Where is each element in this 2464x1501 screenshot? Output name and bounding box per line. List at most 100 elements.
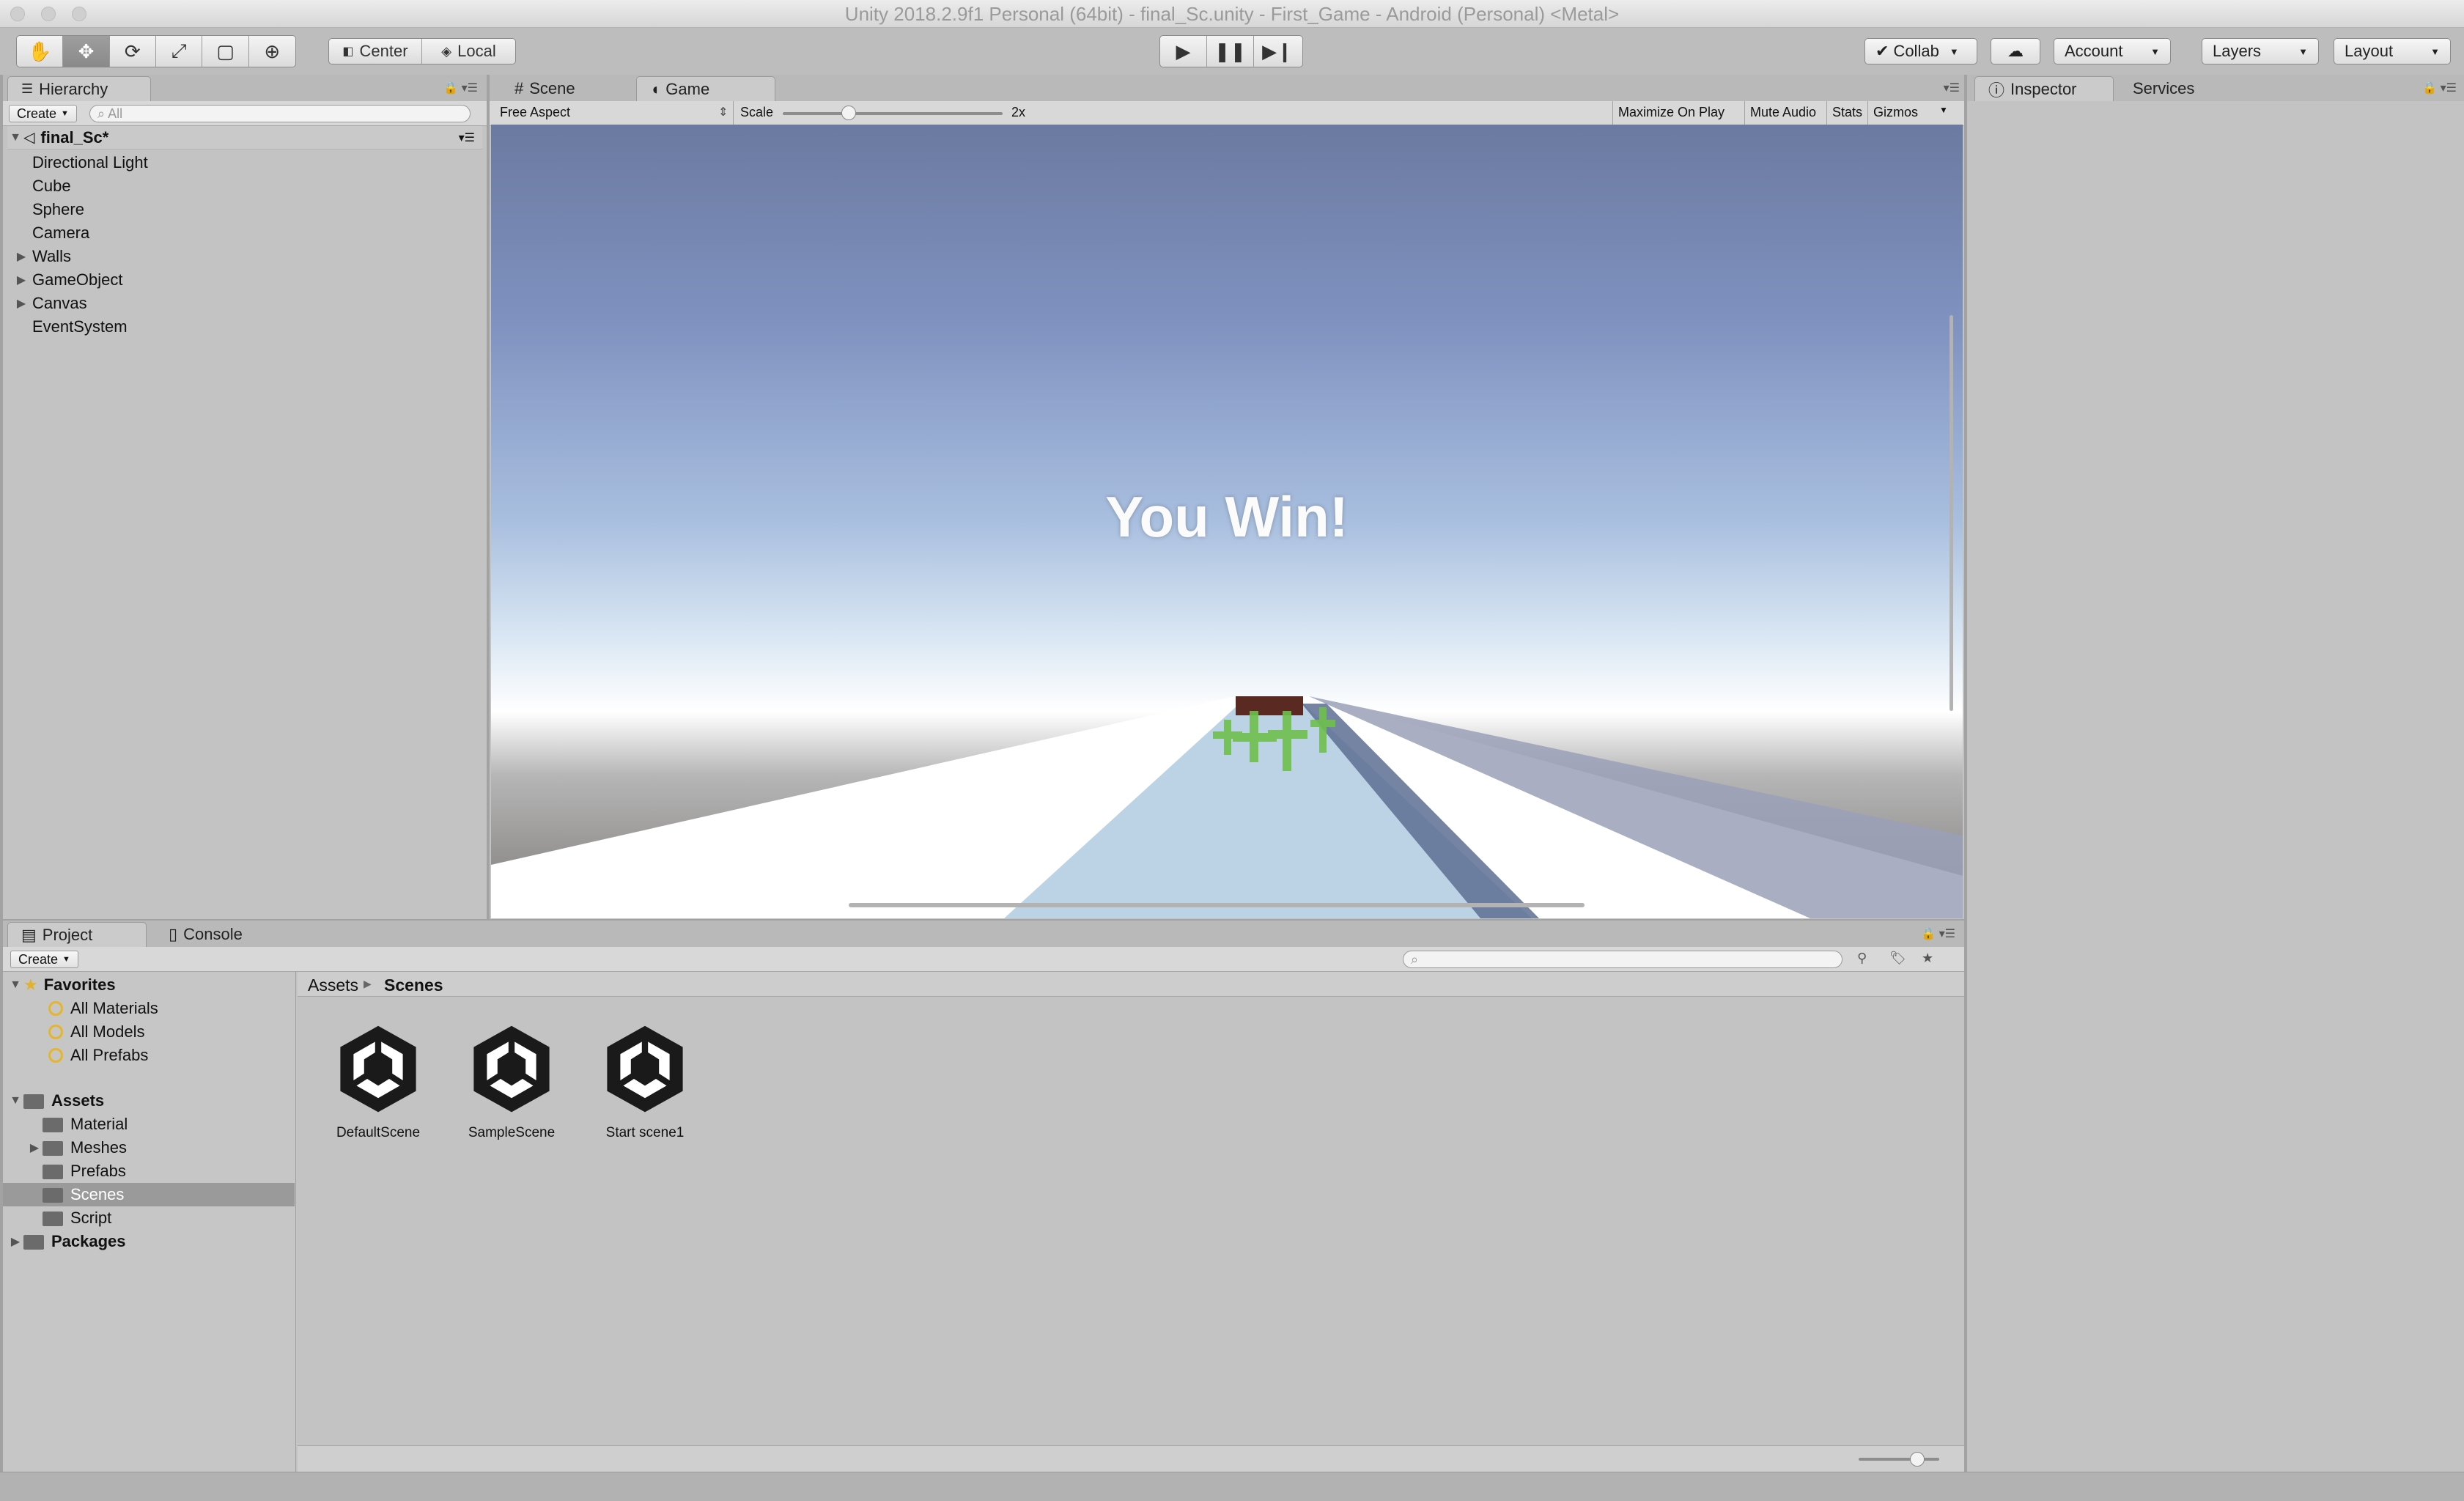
- hierarchy-item[interactable]: Camera: [31, 221, 89, 245]
- scene-file[interactable]: DefaultScene: [312, 1022, 444, 1141]
- window-title: Unity 2018.2.9f1 Personal (64bit) - fina…: [844, 3, 1620, 25]
- favorite-star-icon[interactable]: ★: [1922, 951, 1933, 966]
- folder-label: Prefabs: [70, 1162, 126, 1180]
- favorite-item[interactable]: All Prefabs: [48, 1044, 148, 1067]
- panel-menu-icon[interactable]: 🔒 ▾☰: [1921, 926, 1955, 941]
- game-viewport[interactable]: You Win!: [491, 125, 1963, 918]
- asset-folder-script[interactable]: Script: [3, 1206, 295, 1230]
- asset-folder-scenes[interactable]: Scenes: [3, 1183, 295, 1206]
- pause-button[interactable]: ❚❚: [1207, 36, 1254, 67]
- packages-row[interactable]: ▶ Packages: [7, 1230, 126, 1253]
- project-search-input[interactable]: ⌕: [1403, 951, 1843, 968]
- transform-icon[interactable]: ⊕: [249, 36, 295, 67]
- expand-arrow-icon[interactable]: ▼: [7, 131, 23, 144]
- icon-size-slider[interactable]: [1859, 1452, 1939, 1467]
- expand-arrow-icon[interactable]: ▶: [13, 296, 29, 311]
- step-button[interactable]: ▶❙: [1254, 36, 1301, 67]
- maximize-on-play-toggle[interactable]: Maximize On Play: [1618, 105, 1725, 120]
- favorites-label: Favorites: [43, 976, 116, 994]
- inspector-tab-label: Inspector: [2010, 79, 2077, 98]
- tab-services[interactable]: Services: [2120, 76, 2207, 101]
- favorite-item[interactable]: All Materials: [48, 997, 158, 1020]
- favorite-label: All Models: [70, 1022, 145, 1041]
- layers-dropdown[interactable]: Layers ▼: [2202, 38, 2319, 64]
- tab-console[interactable]: ▯ Console: [155, 922, 256, 947]
- hierarchy-item[interactable]: EventSystem: [31, 315, 128, 339]
- breadcrumb-assets[interactable]: Assets: [308, 976, 358, 995]
- hierarchy-item[interactable]: Directional Light: [31, 151, 148, 174]
- project-create-button[interactable]: Create ▼: [10, 951, 78, 968]
- folder-icon: [23, 1235, 44, 1250]
- tab-inspector[interactable]: ⓘ Inspector: [1974, 76, 2114, 101]
- favorites-row[interactable]: ▼ ★ Favorites: [7, 973, 116, 997]
- breadcrumb-scenes[interactable]: Scenes: [384, 976, 443, 995]
- cloud-button[interactable]: ☁: [1991, 38, 2040, 64]
- panel-menu-icon[interactable]: ▾☰: [1944, 81, 1960, 95]
- favorite-item[interactable]: All Models: [48, 1020, 144, 1044]
- rect-icon[interactable]: ▢: [202, 36, 249, 67]
- filter-by-type-icon[interactable]: ⚲: [1857, 951, 1867, 966]
- hierarchy-item[interactable]: ▶ Canvas: [17, 292, 87, 315]
- account-dropdown[interactable]: Account ▼: [2054, 38, 2171, 64]
- collab-dropdown[interactable]: ✔ Collab ▼: [1864, 38, 1977, 64]
- divider: [733, 101, 734, 126]
- scene-menu-icon[interactable]: ▾☰: [459, 130, 475, 145]
- layout-label: Layout: [2345, 42, 2394, 60]
- hierarchy-item[interactable]: ▶ Walls: [17, 245, 71, 268]
- mute-audio-toggle[interactable]: Mute Audio: [1750, 105, 1816, 120]
- hierarchy-search-input[interactable]: ⌕ All: [89, 105, 471, 122]
- project-panel: ▤ Project ▯ Console 🔒 ▾☰ Create ▼ ⌕ ⚲ 🏷 ★ ▼…: [3, 921, 1964, 1472]
- aspect-dropdown[interactable]: Free Aspect: [500, 105, 570, 120]
- tab-scene[interactable]: # Scene: [501, 76, 589, 101]
- chevron-down-icon[interactable]: ▼: [1939, 105, 1948, 115]
- breadcrumb-separator-icon: ▶: [364, 978, 372, 989]
- scene-file[interactable]: Start scene1: [579, 1022, 711, 1141]
- expand-arrow-icon[interactable]: ▶: [7, 1234, 23, 1249]
- aspect-stepper-icon[interactable]: ⇕: [718, 105, 728, 119]
- panel-menu-icon[interactable]: 🔒 ▾☰: [2422, 81, 2457, 95]
- rotate-icon[interactable]: ⟳: [110, 36, 156, 67]
- create-label: Create: [18, 951, 59, 967]
- hierarchy-item-label: GameObject: [32, 270, 123, 289]
- icon-size-slider-thumb[interactable]: [1910, 1452, 1925, 1467]
- pivot-toggles: ◧ Center ◈ Local: [328, 38, 516, 64]
- filter-by-label-icon[interactable]: 🏷: [1889, 951, 1906, 966]
- hand-icon[interactable]: ✋: [17, 36, 64, 67]
- horizontal-scrollbar[interactable]: [849, 903, 1585, 907]
- scale-icon[interactable]: ⤢: [156, 36, 203, 67]
- asset-folder-meshes[interactable]: ▶ Meshes: [3, 1136, 295, 1159]
- scale-slider[interactable]: [783, 106, 1003, 120]
- pivot-local-button[interactable]: ◈ Local: [422, 39, 515, 64]
- hierarchy-create-button[interactable]: Create ▼: [9, 105, 77, 122]
- expand-arrow-icon[interactable]: ▶: [13, 273, 29, 287]
- game-tab-label: Game: [665, 79, 710, 98]
- gizmos-toggle[interactable]: Gizmos: [1873, 105, 1918, 120]
- scene-root-row[interactable]: ▼ ◁ final_Sc* ▾☰: [7, 126, 482, 150]
- hierarchy-item[interactable]: ▶ GameObject: [17, 268, 123, 292]
- pivot-center-button[interactable]: ◧ Center: [329, 39, 422, 64]
- hierarchy-tabbar: ☰ Hierarchy 🔒 ▾☰: [3, 75, 487, 101]
- hierarchy-item[interactable]: Cube: [31, 174, 71, 198]
- hierarchy-item-label: Walls: [32, 247, 71, 265]
- play-button[interactable]: ▶: [1160, 36, 1207, 67]
- layout-dropdown[interactable]: Layout ▼: [2334, 38, 2451, 64]
- assets-row[interactable]: ▼ Assets: [7, 1089, 104, 1113]
- folder-icon: [43, 1141, 63, 1156]
- expand-arrow-icon[interactable]: ▶: [26, 1140, 43, 1155]
- hierarchy-subbar: Create ▼ ⌕ All: [3, 101, 487, 126]
- tab-project[interactable]: ▤ Project: [7, 922, 147, 947]
- move-icon[interactable]: ✥: [63, 36, 110, 67]
- asset-folder-prefabs[interactable]: Prefabs: [3, 1159, 295, 1183]
- view-tabbar: # Scene ◖ Game ▾☰: [490, 75, 1964, 101]
- tab-game[interactable]: ◖ Game: [636, 76, 775, 101]
- tab-hierarchy[interactable]: ☰ Hierarchy: [7, 76, 151, 101]
- scene-file[interactable]: SampleScene: [446, 1022, 578, 1141]
- expand-arrow-icon[interactable]: ▼: [7, 1094, 23, 1107]
- stats-toggle[interactable]: Stats: [1832, 105, 1862, 120]
- expand-arrow-icon[interactable]: ▼: [7, 978, 23, 992]
- hierarchy-item[interactable]: Sphere: [31, 198, 84, 221]
- expand-arrow-icon[interactable]: ▶: [13, 249, 29, 264]
- scale-slider-thumb[interactable]: [841, 106, 856, 120]
- asset-folder-material[interactable]: Material: [3, 1113, 295, 1136]
- panel-menu-icon[interactable]: 🔒 ▾☰: [443, 81, 478, 95]
